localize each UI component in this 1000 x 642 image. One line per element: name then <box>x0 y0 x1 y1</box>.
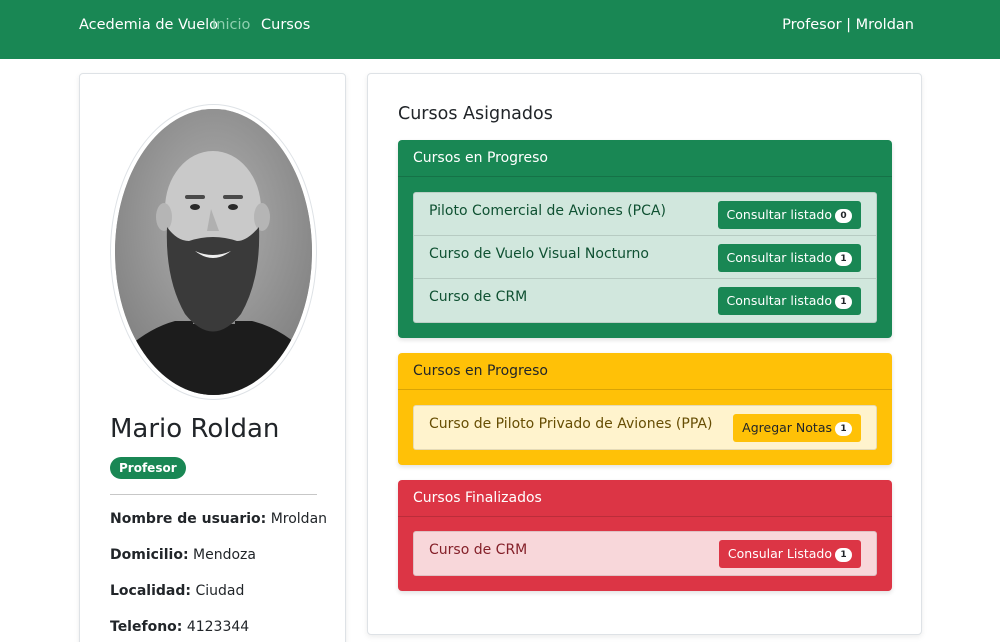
course-list: Curso de CRM Consular Listado 1 <box>413 531 877 576</box>
consultar-listado-button[interactable]: Consular Listado 1 <box>718 540 861 568</box>
section-header: Cursos en Progreso <box>398 353 892 390</box>
section-header: Cursos Finalizados <box>398 480 892 517</box>
button-label: Consultar listado <box>726 250 832 265</box>
avatar-frame <box>110 104 317 400</box>
count-badge: 0 <box>835 209 852 223</box>
info-label: Telefono: <box>110 619 183 635</box>
info-value: Ciudad <box>195 583 245 599</box>
avatar-photo <box>115 109 312 395</box>
consultar-listado-button[interactable]: Consultar listado 1 <box>717 287 861 315</box>
info-label: Domicilio: <box>110 547 189 563</box>
courses-card: Cursos Asignados Cursos en Progreso Pilo… <box>367 73 922 635</box>
section-in-progress-yellow: Cursos en Progreso Curso de Piloto Priva… <box>398 353 892 465</box>
section-in-progress-green: Cursos en Progreso Piloto Comercial de A… <box>398 140 892 338</box>
nav-link-inicio[interactable]: Inicio <box>212 17 250 33</box>
info-value: Mroldan <box>270 511 328 527</box>
count-badge: 1 <box>835 548 852 562</box>
course-name: Curso de Piloto Privado de Aviones (PPA) <box>429 416 713 432</box>
list-item: Piloto Comercial de Aviones (PCA) Consul… <box>414 193 876 236</box>
role-badge: Profesor <box>110 457 186 479</box>
info-telefono: Telefono: 4123344 <box>110 619 249 635</box>
info-domicilio: Domicilio: Mendoza <box>110 547 256 563</box>
brand-link[interactable]: Acedemia de Vuelo <box>79 17 218 33</box>
button-label: Consultar listado <box>726 207 832 222</box>
info-value: 4123344 <box>186 619 250 635</box>
button-label: Consultar listado <box>726 293 832 308</box>
profile-divider <box>110 494 317 495</box>
course-name: Curso de CRM <box>429 542 528 558</box>
course-name: Curso de CRM <box>429 289 528 305</box>
info-localidad: Localidad: Ciudad <box>110 583 244 599</box>
count-badge: 1 <box>835 295 852 309</box>
info-value: Mendoza <box>193 547 256 563</box>
user-menu[interactable]: Profesor | Mroldan <box>782 17 914 33</box>
nav-link-cursos[interactable]: Cursos <box>261 17 310 33</box>
count-badge: 1 <box>835 252 852 266</box>
agregar-notas-button[interactable]: Agregar Notas 1 <box>733 414 861 442</box>
top-navbar: Acedemia de Vuelo Inicio Cursos Profesor… <box>0 0 1000 59</box>
avatar <box>115 109 312 395</box>
button-label: Consular Listado <box>727 546 832 561</box>
section-finished: Cursos Finalizados Curso de CRM Consular… <box>398 480 892 591</box>
list-item: Curso de Vuelo Visual Nocturno Consultar… <box>414 236 876 279</box>
course-name: Curso de Vuelo Visual Nocturno <box>429 246 649 262</box>
count-badge: 1 <box>835 422 852 436</box>
list-item: Curso de CRM Consultar listado 1 <box>414 279 876 322</box>
info-label: Nombre de usuario: <box>110 511 267 527</box>
course-list: Curso de Piloto Privado de Aviones (PPA)… <box>413 405 877 450</box>
list-item: Curso de Piloto Privado de Aviones (PPA)… <box>414 406 876 449</box>
profile-name: Mario Roldan <box>110 414 280 444</box>
list-item: Curso de CRM Consular Listado 1 <box>414 532 876 575</box>
consultar-listado-button[interactable]: Consultar listado 0 <box>717 201 861 229</box>
course-name: Piloto Comercial de Aviones (PCA) <box>429 203 666 219</box>
profile-card: Mario Roldan Profesor Nombre de usuario:… <box>79 73 346 642</box>
button-label: Agregar Notas <box>742 420 832 435</box>
info-username: Nombre de usuario: Mroldan <box>110 511 327 527</box>
section-header: Cursos en Progreso <box>398 140 892 177</box>
info-label: Localidad: <box>110 583 191 599</box>
consultar-listado-button[interactable]: Consultar listado 1 <box>717 244 861 272</box>
course-list: Piloto Comercial de Aviones (PCA) Consul… <box>413 192 877 323</box>
courses-title: Cursos Asignados <box>398 104 553 124</box>
